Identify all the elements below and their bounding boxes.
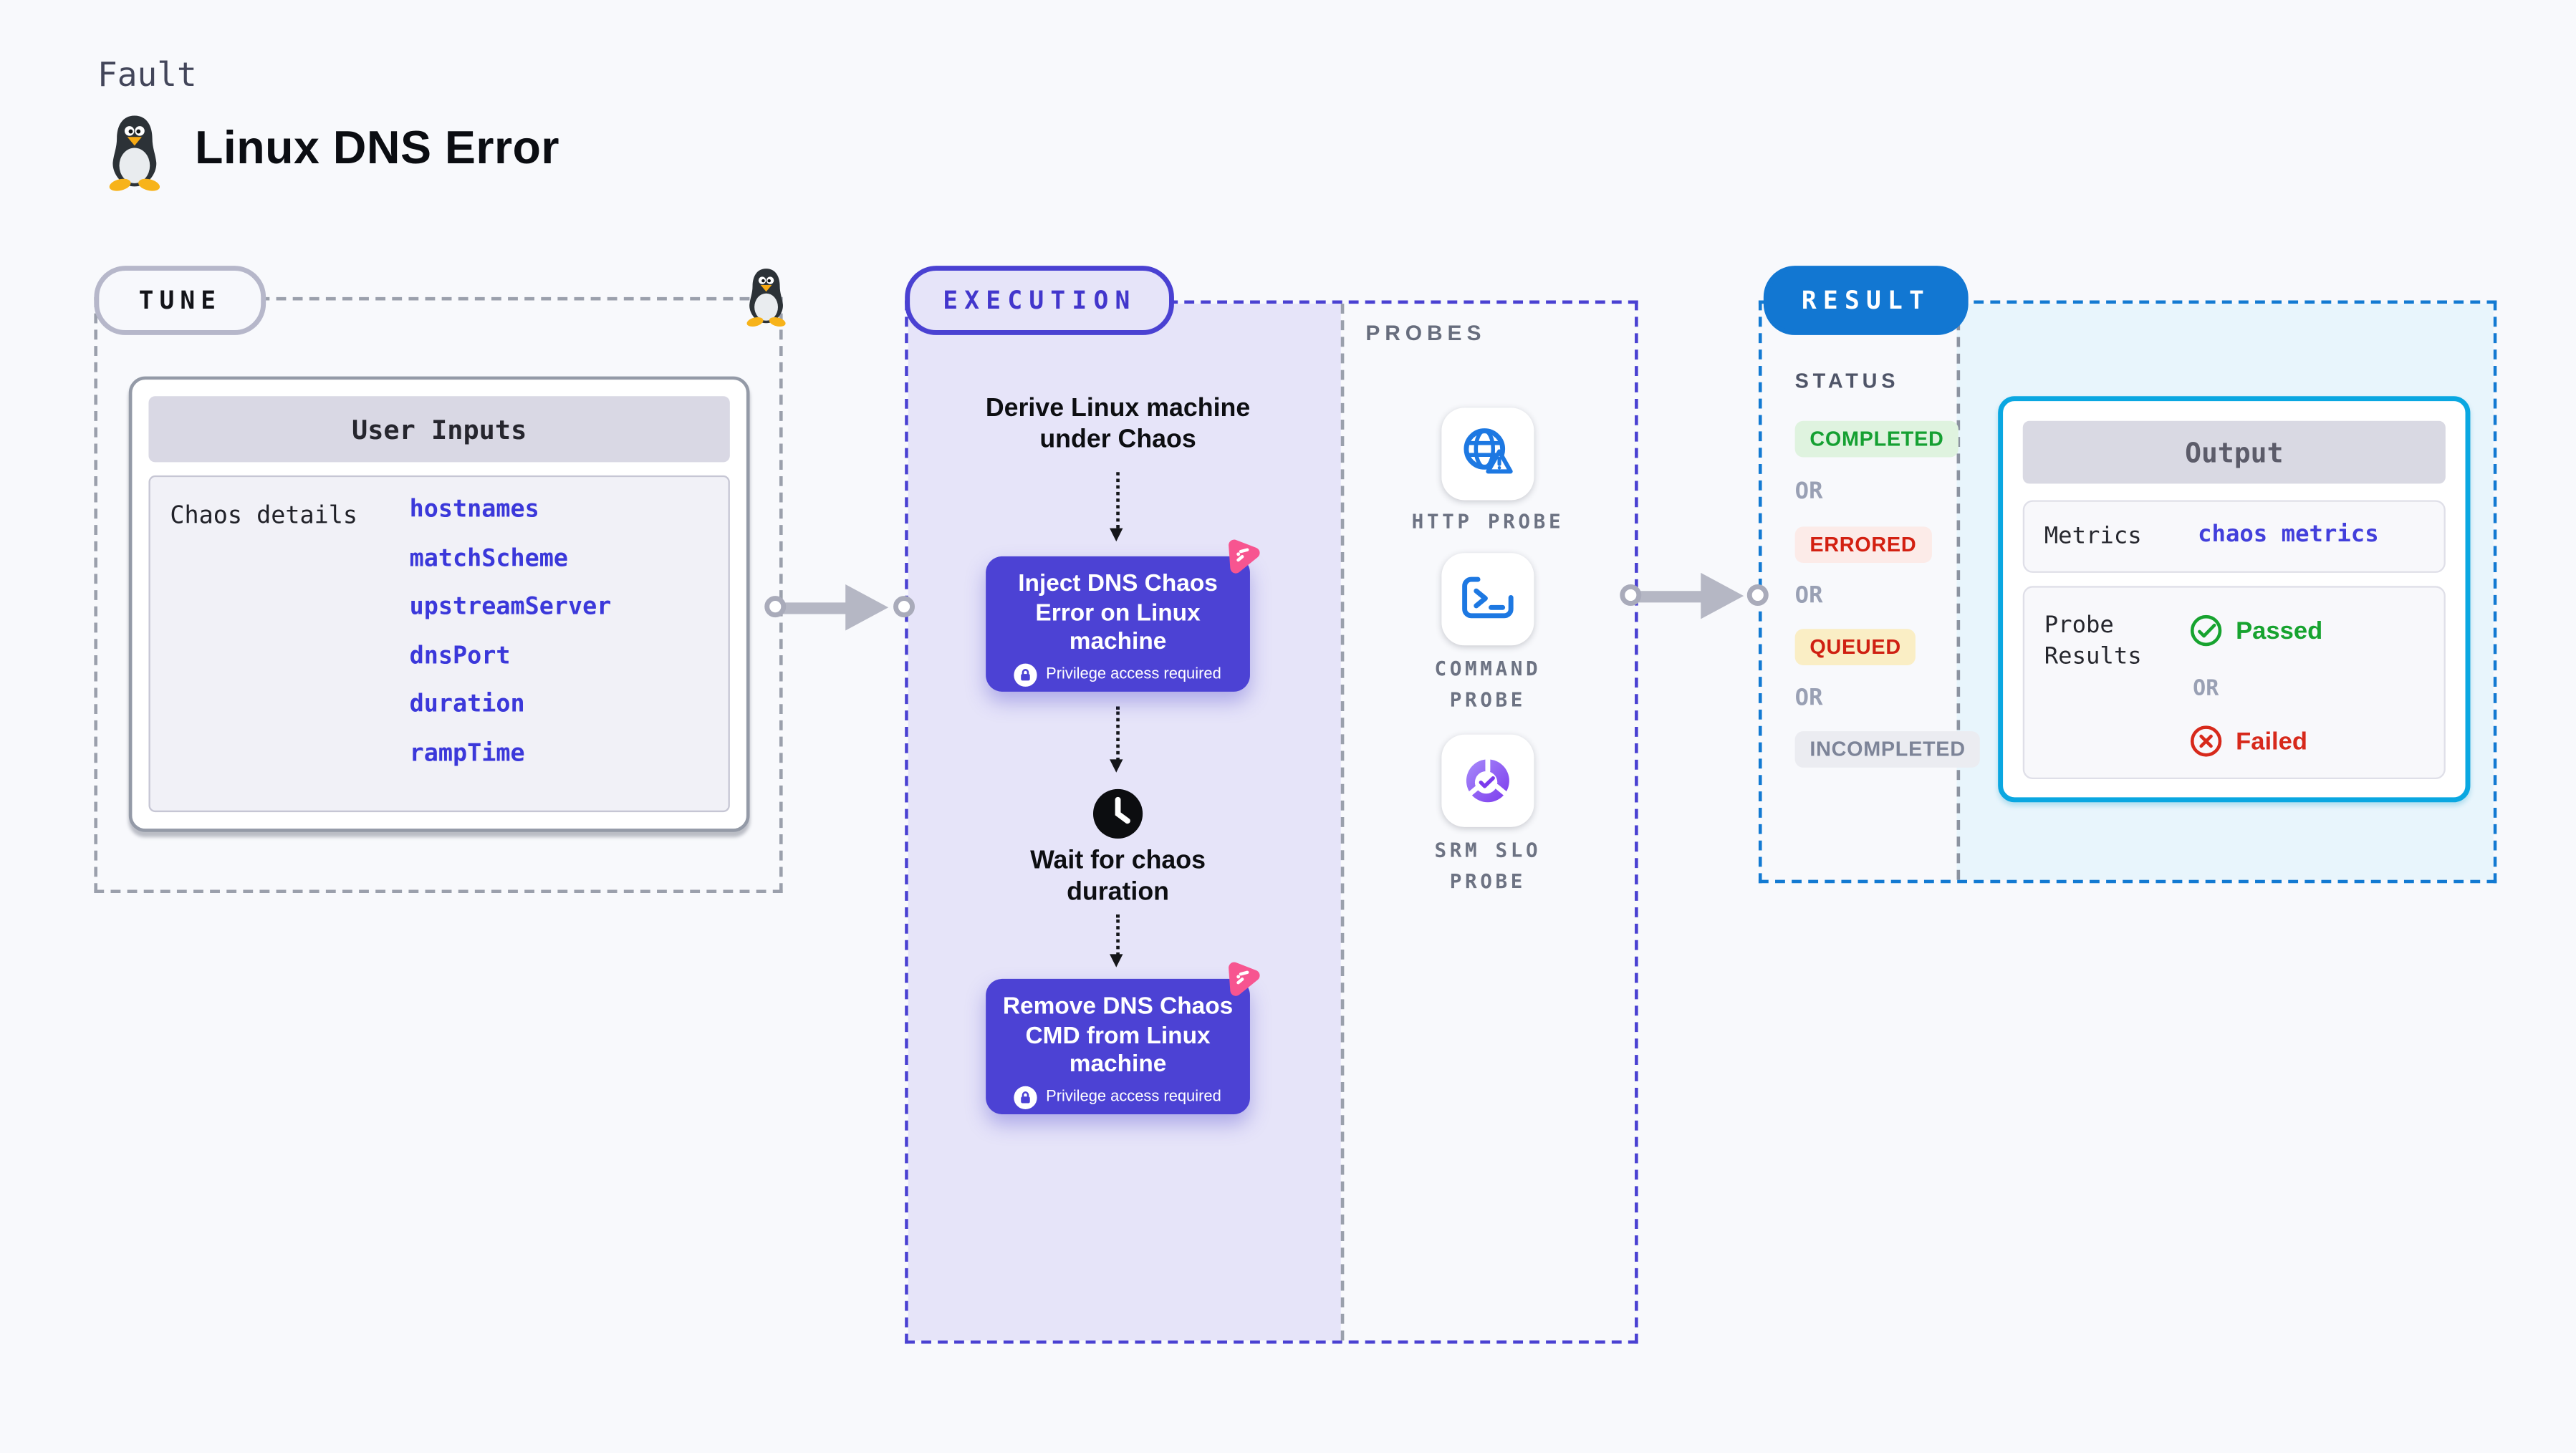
command-probe-card bbox=[1441, 553, 1534, 646]
wait-clock-icon bbox=[1092, 788, 1143, 839]
connector-inject-to-wait bbox=[1110, 706, 1123, 773]
probe-result-failed: Failed bbox=[2190, 725, 2307, 758]
user-inputs-header: User Inputs bbox=[148, 396, 730, 463]
probe-result-passed: Passed bbox=[2190, 614, 2323, 647]
chaos-experiment-icon bbox=[1229, 962, 1260, 996]
slo-donut-check-icon bbox=[1466, 755, 1509, 803]
status-badge-queued: QUEUED bbox=[1794, 629, 1916, 665]
or-separator: OR bbox=[1794, 478, 1823, 506]
status-badge-errored: ERRORED bbox=[1794, 526, 1932, 564]
tune-section-pill: TUNE bbox=[94, 266, 266, 335]
param-ramptime: rampTime bbox=[409, 740, 525, 767]
arrow-head-icon bbox=[845, 584, 889, 631]
terminal-icon bbox=[1462, 576, 1514, 619]
fault-diagram: Fault Linux DNS Error TUNE User Inputs C… bbox=[0, 0, 2576, 1453]
linux-tux-icon bbox=[107, 115, 161, 193]
metrics-label: Metrics bbox=[2044, 523, 2142, 550]
fault-kicker: Fault bbox=[97, 54, 197, 95]
chaos-experiment-icon bbox=[1229, 539, 1260, 574]
output-header: Output bbox=[2022, 420, 2446, 484]
arrow-line bbox=[782, 602, 852, 614]
probe-results-row: Probe Results Passed OR Failed bbox=[2022, 586, 2446, 780]
status-badge-incompleted: INCOMPLETED bbox=[1794, 731, 1981, 768]
param-hostnames: hostnames bbox=[409, 496, 539, 523]
status-badge-completed: COMPLETED bbox=[1794, 420, 1959, 458]
param-dnsport: dnsPort bbox=[409, 642, 511, 670]
user-inputs-card: User Inputs Chaos details hostnames matc… bbox=[128, 376, 750, 832]
lock-icon bbox=[1014, 662, 1038, 686]
inject-node-title: Inject DNS Chaos Error on Linux machine bbox=[1018, 571, 1218, 656]
connector-derive-to-inject bbox=[1110, 472, 1123, 542]
chaos-details-panel: Chaos details hostnames matchScheme upst… bbox=[148, 475, 730, 813]
remove-chaos-node: Remove DNS Chaos CMD from Linux machine … bbox=[986, 978, 1250, 1114]
probes-label: PROBES bbox=[1365, 320, 1486, 345]
arrow-start-dot bbox=[764, 596, 787, 618]
output-card: Output Metrics chaos metrics Probe Resul… bbox=[1998, 396, 2471, 803]
privilege-row: Privilege access required bbox=[986, 1085, 1250, 1109]
or-separator: OR bbox=[1794, 685, 1823, 712]
failed-text: Failed bbox=[2236, 727, 2308, 756]
srm-slo-probe-label: SRM SLO PROBE bbox=[1434, 838, 1542, 894]
or-separator: OR bbox=[2193, 677, 2219, 702]
check-circle-icon bbox=[2190, 614, 2222, 647]
page-title: Linux DNS Error bbox=[195, 122, 559, 174]
derive-step-label: Derive Linux machine under Chaos bbox=[985, 394, 1251, 454]
http-probe-card bbox=[1441, 407, 1534, 501]
probe-results-label: Probe Results bbox=[2044, 612, 2142, 670]
x-circle-icon bbox=[2190, 725, 2222, 757]
param-upstreamserver: upstreamServer bbox=[409, 594, 612, 621]
arrow-head-icon bbox=[1701, 572, 1744, 619]
lock-icon bbox=[1014, 1085, 1038, 1109]
status-label: STATUS bbox=[1794, 370, 1900, 393]
wait-step-label: Wait for chaos duration bbox=[1030, 846, 1206, 907]
remove-node-title: Remove DNS Chaos CMD from Linux machine bbox=[1002, 993, 1234, 1078]
srm-slo-probe-card bbox=[1441, 734, 1534, 827]
privilege-text: Privilege access required bbox=[1046, 1088, 1221, 1106]
inject-chaos-node: Inject DNS Chaos Error on Linux machine … bbox=[986, 556, 1250, 692]
arrow-end-dot bbox=[1746, 584, 1769, 606]
chaos-details-label: Chaos details bbox=[170, 503, 358, 530]
param-matchscheme: matchScheme bbox=[409, 545, 569, 572]
metrics-row: Metrics chaos metrics bbox=[2022, 500, 2446, 573]
connector-wait-to-remove bbox=[1110, 914, 1123, 967]
linux-tux-corner-icon bbox=[746, 269, 787, 329]
param-duration: duration bbox=[409, 691, 525, 718]
metrics-value: chaos metrics bbox=[2198, 521, 2379, 549]
result-section-pill: RESULT bbox=[1763, 266, 1969, 335]
command-probe-label: COMMAND PROBE bbox=[1434, 657, 1542, 712]
privilege-row: Privilege access required bbox=[986, 662, 1250, 686]
arrow-line bbox=[1638, 590, 1708, 602]
globe-alert-icon bbox=[1464, 428, 1513, 474]
arrow-start-dot bbox=[1620, 584, 1642, 606]
or-separator: OR bbox=[1794, 582, 1823, 609]
execution-section-pill: EXECUTION bbox=[905, 266, 1175, 335]
arrow-end-dot bbox=[893, 596, 915, 618]
passed-text: Passed bbox=[2236, 616, 2323, 645]
http-probe-label: HTTP PROBE bbox=[1411, 510, 1565, 534]
privilege-text: Privilege access required bbox=[1046, 665, 1221, 684]
